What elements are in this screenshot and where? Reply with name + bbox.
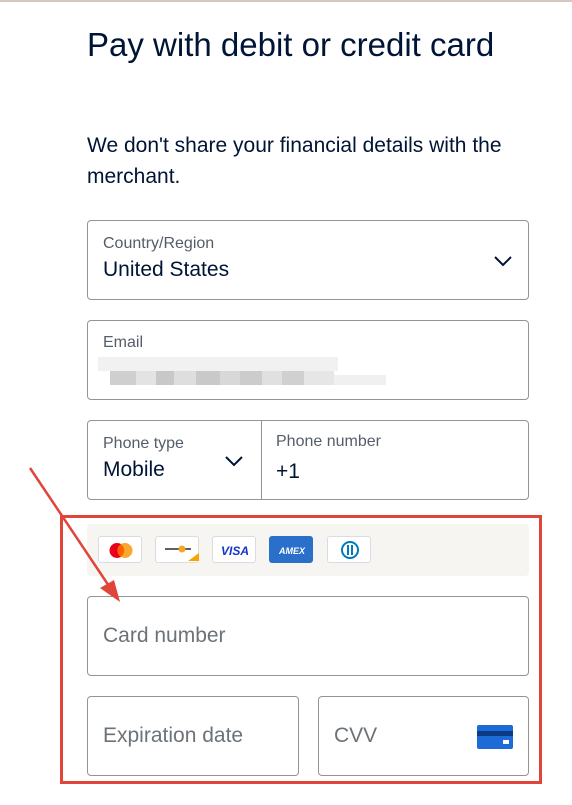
page-title: Pay with debit or credit card	[87, 26, 495, 63]
country-select[interactable]: Country/Region United States	[87, 220, 529, 300]
email-value-blurred	[98, 353, 388, 393]
phone-type-select[interactable]: Phone type Mobile	[88, 421, 261, 499]
phone-type-value: Mobile	[103, 458, 165, 481]
phone-number-label: Phone number	[276, 433, 381, 450]
email-label: Email	[103, 334, 144, 351]
phone-number-field[interactable]: Phone number +1	[262, 421, 528, 499]
phone-group: Phone type Mobile Phone number +1	[87, 420, 529, 500]
page-subtitle: We don't share your financial details wi…	[87, 134, 502, 188]
email-field[interactable]: Email	[87, 320, 529, 400]
chevron-down-icon	[225, 456, 243, 467]
top-border	[0, 0, 572, 2]
phone-number-value: +1	[276, 460, 300, 483]
annotation-highlight-box	[60, 515, 542, 784]
phone-type-label: Phone type	[103, 435, 184, 452]
chevron-down-icon	[494, 256, 512, 267]
country-value: United States	[103, 258, 230, 281]
country-label: Country/Region	[103, 235, 215, 252]
